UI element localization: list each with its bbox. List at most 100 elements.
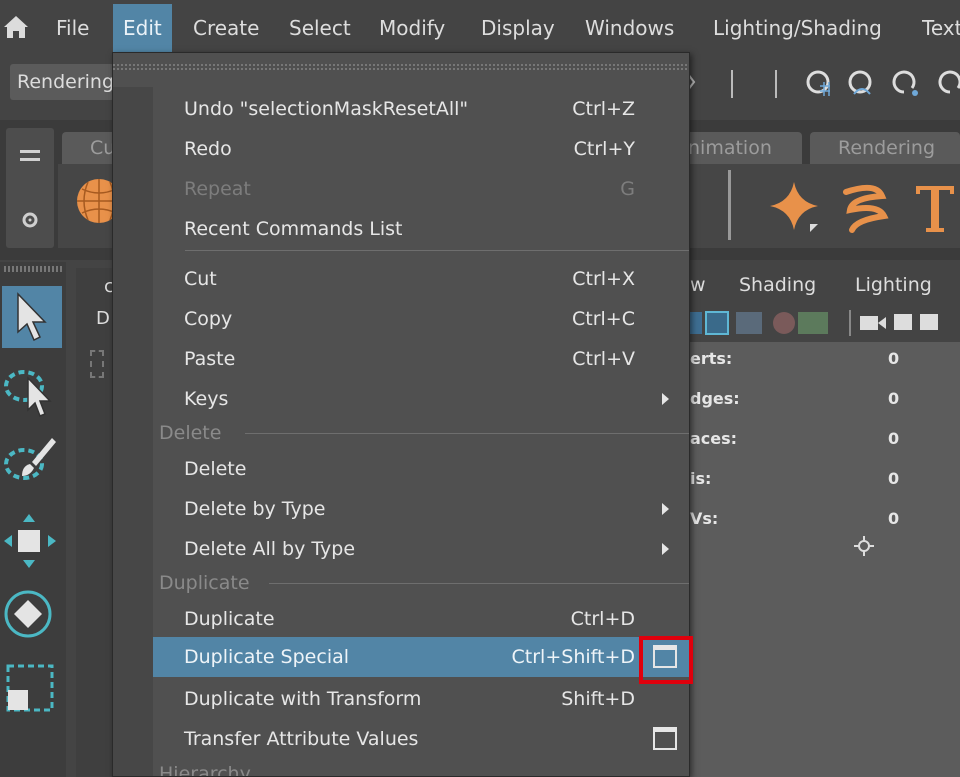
camera-attr-icon [920,314,938,330]
menu-item-shortcut: Ctrl+D [570,608,635,630]
snap-curve-icon[interactable] [848,70,872,95]
shelf-handle[interactable] [6,128,54,248]
menu-item-label: Duplicate Special [184,646,350,668]
section-header-hierarchy: Hierarchy [159,763,251,777]
menu-text[interactable]: Text [922,14,960,42]
select-tool[interactable] [2,286,62,348]
rotate-icon [4,590,52,638]
toolbox [0,262,66,777]
menu-modify[interactable]: Modify [379,14,445,42]
grid-icon [736,312,762,334]
menu-item-shortcut: Ctrl+Y [573,138,635,160]
menu-item-delete-all-by-type[interactable]: Delete All by Type [153,529,689,569]
menu-item-shortcut: Ctrl+Z [572,98,635,120]
menu-item-label: Undo "selectionMaskResetAll" [184,98,469,120]
panel-icon[interactable] [90,350,104,378]
menu-item-delete[interactable]: Delete [153,449,689,489]
edit-menu: Undo "selectionMaskResetAll" Ctrl+Z Redo… [112,52,690,777]
menu-item-label: Duplicate with Transform [184,688,422,710]
menu-item-copy[interactable]: Copy Ctrl+C [153,299,689,339]
hud-faces-value: 0 [888,429,900,448]
menu-item-label: Repeat [184,178,251,200]
scale-tool[interactable] [2,658,62,720]
menu-item-shortcut: Ctrl+C [572,308,635,330]
menu-item-undo[interactable]: Undo "selectionMaskResetAll" Ctrl+Z [153,89,689,129]
menu-item-shortcut: Shift+D [561,688,635,710]
hud-faces-label: aces: [690,429,738,448]
menu-icon-column [113,87,153,776]
move-tool[interactable] [2,508,62,570]
menu-lighting-shading[interactable]: Lighting/Shading [713,14,882,42]
menu-item-label: Delete [184,458,247,480]
paint-select-tool[interactable] [2,428,62,490]
menu-item-delete-by-type[interactable]: Delete by Type [153,489,689,529]
main-menu-bar: File Edit Create Select Modify Display W… [0,0,960,52]
viewport-menu-view[interactable]: w [690,274,706,296]
tear-off-handle-line [113,68,689,70]
section-header-delete: Delete [159,422,222,444]
menu-item-cut[interactable]: Cut Ctrl+X [153,259,689,299]
tear-off-handle[interactable] [113,61,689,73]
shelf-tab-rendering[interactable]: Rendering [810,132,960,164]
menu-icon-bar [20,158,40,161]
menu-item-label: Cut [184,268,217,290]
hud-tris-value: 0 [888,469,900,488]
rotate-tool[interactable] [2,586,62,648]
option-box-icon[interactable] [653,727,677,750]
menu-create[interactable]: Create [193,14,259,42]
toolbox-grip[interactable] [4,266,62,272]
menu-item-paste[interactable]: Paste Ctrl+V [153,339,689,379]
menu-item-label: Delete All by Type [184,538,356,560]
paint-brush-icon [4,438,56,480]
viewport-menu-lighting[interactable]: Lighting [855,274,932,296]
menu-item-shortcut: G [620,178,635,200]
snap-view-icon[interactable] [938,70,960,94]
menu-display[interactable]: Display [481,14,555,42]
menu-set-dropdown[interactable]: Rendering [10,64,114,100]
viewport-icon-bar [680,306,960,342]
section-header-duplicate: Duplicate [159,572,250,594]
shelf-tab-label: Rendering [838,137,936,159]
shelf-tab-curves[interactable]: Cu [62,132,118,164]
menu-item-shortcut: Ctrl+Shift+D [511,646,635,668]
menu-separator [185,250,689,251]
viewport-menu-shading[interactable]: Shading [739,274,816,296]
menu-item-duplicate[interactable]: Duplicate Ctrl+D [153,599,689,639]
camera-icon [860,316,878,330]
menu-item-duplicate-special[interactable]: Duplicate Special Ctrl+Shift+D [153,637,689,677]
menu-edit[interactable]: Edit [113,4,172,52]
lasso-tool[interactable] [2,358,62,420]
menu-item-keys[interactable]: Keys [153,379,689,419]
shelf-tab-animation[interactable]: nimation [684,132,802,164]
status-line-icons [687,70,960,98]
snap-grid-icon[interactable] [806,70,830,96]
curve-text-icon[interactable] [836,178,896,238]
menu-item-label: Paste [184,348,236,370]
gear-icon[interactable] [20,210,40,230]
snap-point-icon[interactable] [892,70,918,96]
menu-item-label: Duplicate [184,608,275,630]
menu-item-duplicate-with-transform[interactable]: Duplicate with Transform Shift+D [153,679,689,719]
menu-item-redo[interactable]: Redo Ctrl+Y [153,129,689,169]
menu-item-transfer-attribute-values[interactable]: Transfer Attribute Values [153,719,689,759]
scale-icon [6,664,54,712]
light-star-icon[interactable] [766,178,826,238]
move-icon [4,514,56,568]
menu-item-repeat: Repeat G [153,169,689,209]
menu-item-label: Keys [184,388,229,410]
hud-edges-label: dges: [690,389,740,408]
menu-windows[interactable]: Windows [585,14,674,42]
menu-item-shortcut: Ctrl+V [572,348,635,370]
camera-lens-icon [878,317,886,329]
camera-lock-icon [894,314,912,330]
home-icon[interactable] [2,14,30,40]
annotation-highlight-box [639,636,693,684]
shelf-divider [728,170,731,240]
menu-item-recent-commands[interactable]: Recent Commands List [153,209,689,249]
menu-icon [20,150,40,153]
menu-file[interactable]: File [56,14,89,42]
menu-select[interactable]: Select [289,14,351,42]
type-tool-icon[interactable] [910,178,960,238]
hud-uvs-label: Vs: [690,509,719,528]
viewport-left-panel: c D [76,268,116,777]
